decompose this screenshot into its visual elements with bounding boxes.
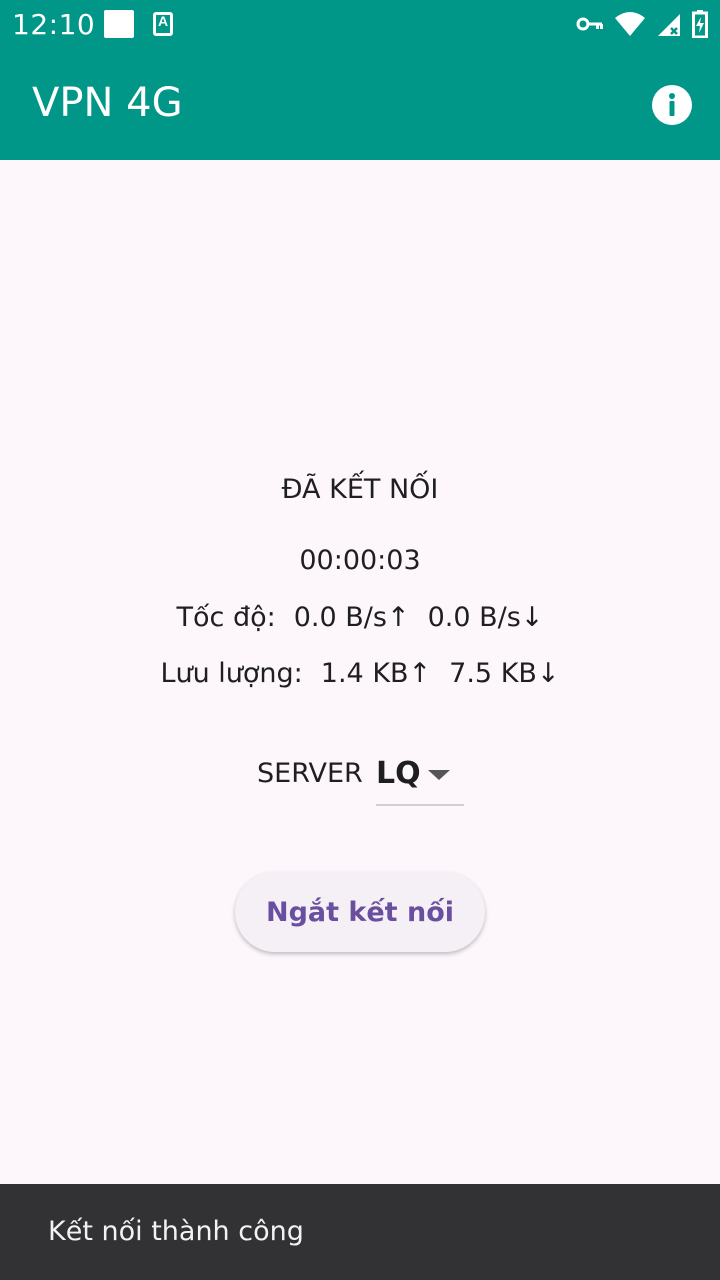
traffic-down: 7.5 KB↓ <box>449 658 560 689</box>
status-bar: 12:10 A <box>0 0 720 48</box>
snackbar: Kết nối thành công <box>0 1184 720 1280</box>
server-dropdown[interactable]: LQ <box>376 748 464 806</box>
notification-square-icon <box>104 10 134 38</box>
signal-icon <box>656 11 682 42</box>
disconnect-button[interactable]: Ngắt kết nối <box>235 872 485 952</box>
speed-up: 0.0 B/s↑ <box>293 602 410 633</box>
status-time: 12:10 <box>12 8 96 41</box>
speed-label: Tốc độ: <box>176 602 276 633</box>
wifi-icon <box>614 11 646 42</box>
info-button[interactable] <box>652 85 692 125</box>
dropdown-arrow-icon <box>428 770 450 780</box>
speed-row: Tốc độ: 0.0 B/s↑ 0.0 B/s↓ <box>0 602 720 633</box>
traffic-row: Lưu lượng: 1.4 KB↑ 7.5 KB↓ <box>0 658 720 689</box>
app-title: VPN 4G <box>32 80 183 126</box>
battery-charging-icon <box>692 10 708 43</box>
info-icon <box>669 93 675 116</box>
traffic-label: Lưu lượng: <box>160 658 303 689</box>
accessibility-a-icon: A <box>153 12 173 36</box>
speed-down: 0.0 B/s↓ <box>427 602 544 633</box>
app-bar: VPN 4G <box>0 48 720 160</box>
connection-status: ĐÃ KẾT NỐI <box>281 474 439 505</box>
status-icons <box>576 10 708 43</box>
vpn-key-icon <box>576 14 604 39</box>
snackbar-message: Kết nối thành công <box>48 1216 304 1247</box>
server-selected-value: LQ <box>376 756 421 791</box>
connection-timer: 00:00:03 <box>299 545 421 576</box>
traffic-up: 1.4 KB↑ <box>320 658 432 689</box>
server-label: SERVER <box>257 758 363 789</box>
